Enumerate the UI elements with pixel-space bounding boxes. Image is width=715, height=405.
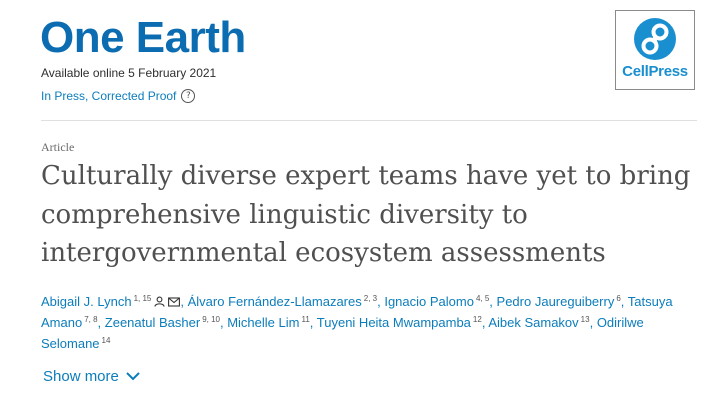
author-affiliation[interactable]: 4, 5 bbox=[476, 294, 489, 303]
article-type: Article bbox=[41, 140, 75, 154]
article-status-link[interactable]: In Press, Corrected Proof bbox=[41, 89, 176, 103]
cellpress-logo-text: CellPress bbox=[622, 63, 688, 80]
show-more-label: Show more bbox=[43, 368, 119, 385]
author-item: Michelle Lim 11, bbox=[227, 315, 317, 330]
person-icon[interactable] bbox=[154, 296, 165, 307]
author-list: Abigail J. Lynch 1, 15, Álvaro Fernández-… bbox=[41, 291, 681, 354]
author-name[interactable]: Zeenatul Basher bbox=[105, 315, 200, 330]
author-affiliation[interactable]: 13 bbox=[581, 315, 590, 324]
author-separator: , bbox=[589, 315, 597, 330]
chevron-down-icon bbox=[126, 372, 140, 381]
author-affiliation[interactable]: 7, 8 bbox=[84, 315, 97, 324]
author-separator: , bbox=[489, 294, 497, 309]
author-name[interactable]: Abigail J. Lynch bbox=[41, 294, 132, 309]
author-item: Abigail J. Lynch 1, 15, bbox=[41, 294, 188, 309]
author-affiliation[interactable]: 1, 15 bbox=[134, 294, 152, 303]
author-item: Aibek Samakov 13, bbox=[488, 315, 596, 330]
help-icon[interactable]: ? bbox=[181, 89, 196, 103]
author-affiliation[interactable]: 9, 10 bbox=[202, 315, 220, 324]
cellpress-logo-icon bbox=[634, 18, 676, 60]
author-separator: , bbox=[309, 315, 317, 330]
author-item: Tuyeni Heita Mwampamba 12, bbox=[317, 315, 489, 330]
show-more-button[interactable]: Show more bbox=[43, 368, 140, 385]
author-name[interactable]: Pedro Jaureguiberry bbox=[497, 294, 615, 309]
author-name[interactable]: Ignacio Palomo bbox=[384, 294, 474, 309]
cellpress-logo[interactable]: CellPress bbox=[615, 10, 695, 90]
author-name[interactable]: Álvaro Fernández-Llamazares bbox=[188, 294, 362, 309]
author-affiliation[interactable]: 11 bbox=[301, 315, 309, 324]
available-online-date: Available online 5 February 2021 bbox=[41, 66, 217, 80]
author-separator: , bbox=[180, 294, 188, 309]
article-title: Culturally diverse expert teams have yet… bbox=[41, 161, 691, 268]
author-name[interactable]: Aibek Samakov bbox=[488, 315, 578, 330]
author-affiliation[interactable]: 14 bbox=[102, 336, 111, 345]
author-item: Zeenatul Basher 9, 10, bbox=[105, 315, 227, 330]
author-item: Ignacio Palomo 4, 5, bbox=[384, 294, 496, 309]
author-separator: , bbox=[97, 315, 105, 330]
author-name[interactable]: Tuyeni Heita Mwampamba bbox=[317, 315, 471, 330]
author-item: Álvaro Fernández-Llamazares 2, 3, bbox=[188, 294, 385, 309]
journal-title[interactable]: One Earth bbox=[40, 12, 246, 64]
header-divider bbox=[41, 120, 697, 121]
author-item: Pedro Jaureguiberry 6, bbox=[497, 294, 628, 309]
author-name[interactable]: Michelle Lim bbox=[227, 315, 299, 330]
email-icon[interactable] bbox=[168, 297, 181, 307]
author-affiliation[interactable]: 12 bbox=[473, 315, 482, 324]
article-status: In Press, Corrected Proof ? bbox=[41, 89, 196, 103]
author-separator: , bbox=[620, 294, 628, 309]
author-affiliation[interactable]: 2, 3 bbox=[364, 294, 377, 303]
